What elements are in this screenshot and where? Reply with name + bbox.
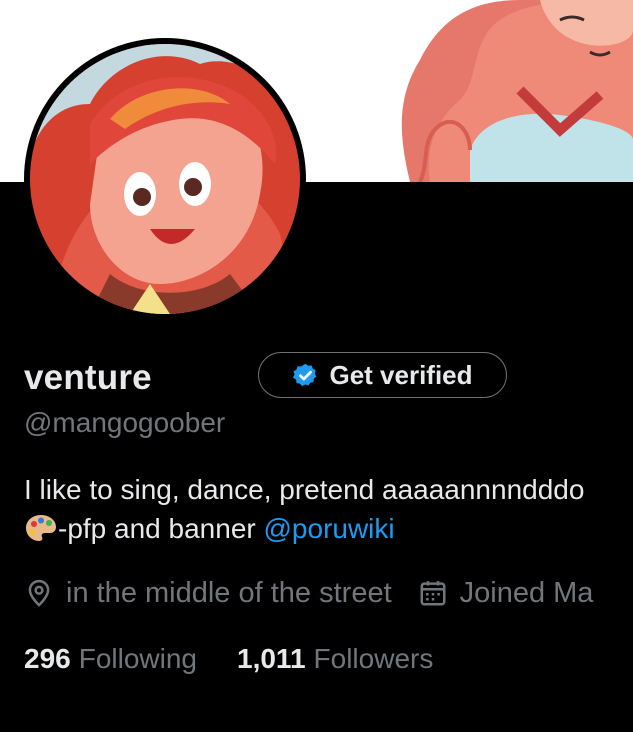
profile-joined-date: Joined Ma (418, 576, 594, 610)
followers-count: 1,011 (237, 643, 306, 674)
bio-line-2: -pfp and banner @poruwiki (24, 509, 633, 548)
artist-palette-emoji-icon (26, 515, 56, 541)
location-text: in the middle of the street (66, 576, 392, 609)
followers-link[interactable]: 1,011 Followers (237, 643, 433, 675)
joined-text: Joined Ma (459, 576, 594, 609)
bio-line-2-text: -pfp and banner (58, 513, 264, 544)
display-name: venture (24, 358, 152, 397)
following-label: Following (78, 643, 197, 674)
get-verified-button[interactable]: Get verified (258, 352, 507, 398)
calendar-icon (420, 581, 446, 606)
profile-bio: I like to sing, dance, pretend aaaaannnn… (24, 470, 633, 548)
profile-location: in the middle of the street (24, 577, 392, 610)
get-verified-label: Get verified (329, 359, 473, 390)
bio-mention-link[interactable]: @poruwiki (264, 513, 395, 544)
following-link[interactable]: 296 Following (24, 643, 197, 675)
profile-meta: in the middle of the street Joined Ma (24, 575, 619, 611)
avatar[interactable] (24, 38, 306, 320)
bio-line-1: I like to sing, dance, pretend aaaaannnn… (24, 474, 585, 505)
avatar-artwork (30, 44, 300, 314)
followers-label: Followers (313, 643, 434, 674)
location-pin-icon (28, 579, 50, 607)
profile-stats: 296 Following 1,011 Followers (24, 643, 473, 675)
user-handle: @mangogoober (24, 407, 226, 438)
verified-badge-icon (293, 363, 317, 386)
following-count: 296 (24, 643, 71, 674)
